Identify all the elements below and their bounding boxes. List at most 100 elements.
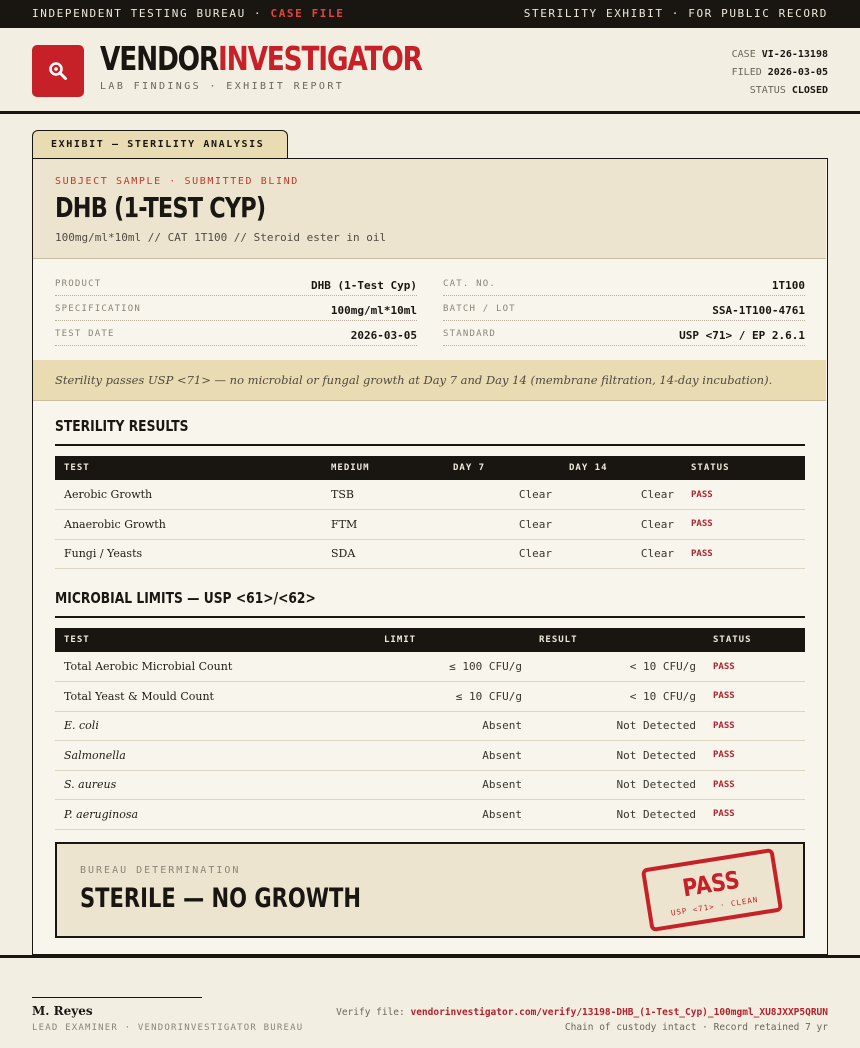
column-header: LIMIT xyxy=(384,635,417,645)
spec-value: 2026-03-05 xyxy=(350,329,417,342)
result: Not Detected xyxy=(530,799,704,830)
pass-stamp: PASS USP <71> · CLEAN xyxy=(640,847,784,933)
status-badge: PASS xyxy=(682,509,805,540)
medium: FTM xyxy=(322,509,444,540)
spec-row: PRODUCT DHB (1-Test Cyp) xyxy=(55,271,417,296)
test-name: Aerobic Growth xyxy=(55,480,322,510)
case-number: VI-26-13198 xyxy=(761,49,828,60)
limit: ≤ 100 CFU/g xyxy=(375,652,530,682)
medium: SDA xyxy=(322,539,444,569)
exhibit-panel: SUBJECT SAMPLE · SUBMITTED BLIND DHB (1-… xyxy=(32,158,828,955)
page-footer: M. Reyes LEAD EXAMINER · VENDORINVESTIGA… xyxy=(0,955,860,1048)
table-row: P. aeruginosa Absent Not Detected PASS xyxy=(55,799,805,830)
result: Not Detected xyxy=(530,711,704,741)
table-row: Total Aerobic Microbial Count ≤ 100 CFU/… xyxy=(55,652,805,682)
verify-label: Verify file: xyxy=(336,1007,411,1018)
column-header: DAY 7 xyxy=(453,463,486,473)
table-row: Total Yeast & Mould Count ≤ 10 CFU/g < 1… xyxy=(55,681,805,712)
section-divider xyxy=(55,616,805,618)
table-row: Anaerobic Growth FTM Clear Clear PASS xyxy=(55,509,805,540)
case-label: CASE xyxy=(731,49,756,60)
signature-line xyxy=(32,997,202,998)
brand-part-vendor: VENDOR xyxy=(100,39,219,78)
table-row: E. coli Absent Not Detected PASS xyxy=(55,711,805,741)
bureau-label: INDEPENDENT TESTING BUREAU · CASE FILE xyxy=(32,7,344,20)
spec-label: CAT. NO. xyxy=(443,279,496,289)
day7-result: Clear xyxy=(444,509,560,540)
exhibit-notice: STERILITY EXHIBIT · FOR PUBLIC RECORD xyxy=(523,7,828,20)
result: < 10 CFU/g xyxy=(530,681,704,712)
status-badge: PASS xyxy=(704,711,805,741)
filed-date: 2026-03-05 xyxy=(767,67,828,78)
case-meta: CASE VI-26-13198 FILED 2026-03-05 STATUS… xyxy=(732,46,828,100)
test-name: Fungi / Yeasts xyxy=(55,539,322,569)
signer-name: M. Reyes xyxy=(32,1004,93,1018)
subject-block: SUBJECT SAMPLE · SUBMITTED BLIND DHB (1-… xyxy=(33,159,826,259)
page-header: VENDORINVESTIGATOR LAB FINDINGS · EXHIBI… xyxy=(0,28,860,114)
verify-line: Verify file: vendorinvestigator.com/veri… xyxy=(336,1007,828,1018)
summary-banner: Sterility passes USP <71> — no microbial… xyxy=(33,360,826,401)
status-badge: PASS xyxy=(682,480,805,510)
microbial-limits-table: TEST LIMIT RESULT STATUS Total Aerobic M… xyxy=(55,628,805,830)
subject-title: DHB (1-TEST CYP) xyxy=(55,191,266,224)
result: < 10 CFU/g xyxy=(530,652,704,682)
brand-tagline: LAB FINDINGS · EXHIBIT REPORT xyxy=(100,81,345,92)
status-badge: PASS xyxy=(704,740,805,771)
spec-row: CAT. NO. 1T100 xyxy=(443,271,805,296)
result: Not Detected xyxy=(530,770,704,800)
column-header: STATUS xyxy=(713,635,752,645)
limit: ≤ 10 CFU/g xyxy=(375,681,530,712)
spec-label: STANDARD xyxy=(443,329,496,339)
table-header-row: TEST MEDIUM DAY 7 DAY 14 STATUS xyxy=(55,456,805,480)
column-header: TEST xyxy=(64,463,90,473)
top-bar: INDEPENDENT TESTING BUREAU · CASE FILE S… xyxy=(0,0,860,28)
status-value: CLOSED xyxy=(791,85,828,96)
logo[interactable] xyxy=(32,45,84,97)
spec-value: 100mg/ml*10ml xyxy=(330,304,417,317)
table-row: Aerobic Growth TSB Clear Clear PASS xyxy=(55,480,805,510)
verify-link[interactable]: vendorinvestigator.com/verify/13198-DHB_… xyxy=(410,1007,828,1018)
bureau-name: INDEPENDENT TESTING BUREAU · xyxy=(32,7,271,20)
test-name: Total Aerobic Microbial Count xyxy=(55,652,375,682)
column-header: MEDIUM xyxy=(331,463,370,473)
test-name: E. coli xyxy=(55,711,375,741)
filed-label: FILED xyxy=(731,67,762,78)
signer-role: LEAD EXAMINER · VENDORINVESTIGATOR BUREA… xyxy=(32,1023,304,1033)
spec-row: SPECIFICATION 100mg/ml*10ml xyxy=(55,296,417,321)
day14-result: Clear xyxy=(560,509,682,540)
magnifier-icon xyxy=(49,62,67,80)
column-header: DAY 14 xyxy=(569,463,608,473)
table-row: Fungi / Yeasts SDA Clear Clear PASS xyxy=(55,539,805,569)
spec-label: TEST DATE xyxy=(55,329,115,339)
day7-result: Clear xyxy=(444,480,560,510)
exhibit-tab[interactable]: EXHIBIT — STERILITY ANALYSIS xyxy=(32,130,288,159)
limit: Absent xyxy=(375,711,530,741)
day14-result: Clear xyxy=(560,539,682,569)
spec-value: SSA-1T100-4761 xyxy=(712,304,805,317)
spec-value: USP <71> / EP 2.6.1 xyxy=(679,329,805,342)
test-name: Salmonella xyxy=(55,740,375,771)
result: Not Detected xyxy=(530,740,704,771)
status-badge: PASS xyxy=(704,652,805,682)
spec-row: STANDARD USP <71> / EP 2.6.1 xyxy=(443,321,805,346)
test-name: Total Yeast & Mould Count xyxy=(55,681,375,712)
subject-kicker: SUBJECT SAMPLE · SUBMITTED BLIND xyxy=(55,176,299,187)
day7-result: Clear xyxy=(444,539,560,569)
sterility-table: TEST MEDIUM DAY 7 DAY 14 STATUS Aerobic … xyxy=(55,456,805,569)
limit: Absent xyxy=(375,740,530,771)
microbial-section-title: MICROBIAL LIMITS — USP <61>/<62> xyxy=(55,589,316,607)
summary-text: Sterility passes USP <71> — no microbial… xyxy=(55,373,773,387)
bureau-determination: BUREAU DETERMINATION STERILE — NO GROWTH… xyxy=(55,842,805,938)
test-name: P. aeruginosa xyxy=(55,799,375,830)
brand-wordmark[interactable]: VENDORINVESTIGATOR xyxy=(100,39,423,78)
table-header-row: TEST LIMIT RESULT STATUS xyxy=(55,628,805,652)
spec-value: 1T100 xyxy=(771,279,805,292)
column-header: STATUS xyxy=(691,463,730,473)
medium: TSB xyxy=(322,480,444,510)
test-name: Anaerobic Growth xyxy=(55,509,322,540)
status-badge: PASS xyxy=(704,799,805,830)
determination-label: BUREAU DETERMINATION xyxy=(80,865,241,876)
status-label: STATUS xyxy=(749,85,786,96)
spec-label: BATCH / LOT xyxy=(443,304,516,314)
spec-label: PRODUCT xyxy=(55,279,102,289)
